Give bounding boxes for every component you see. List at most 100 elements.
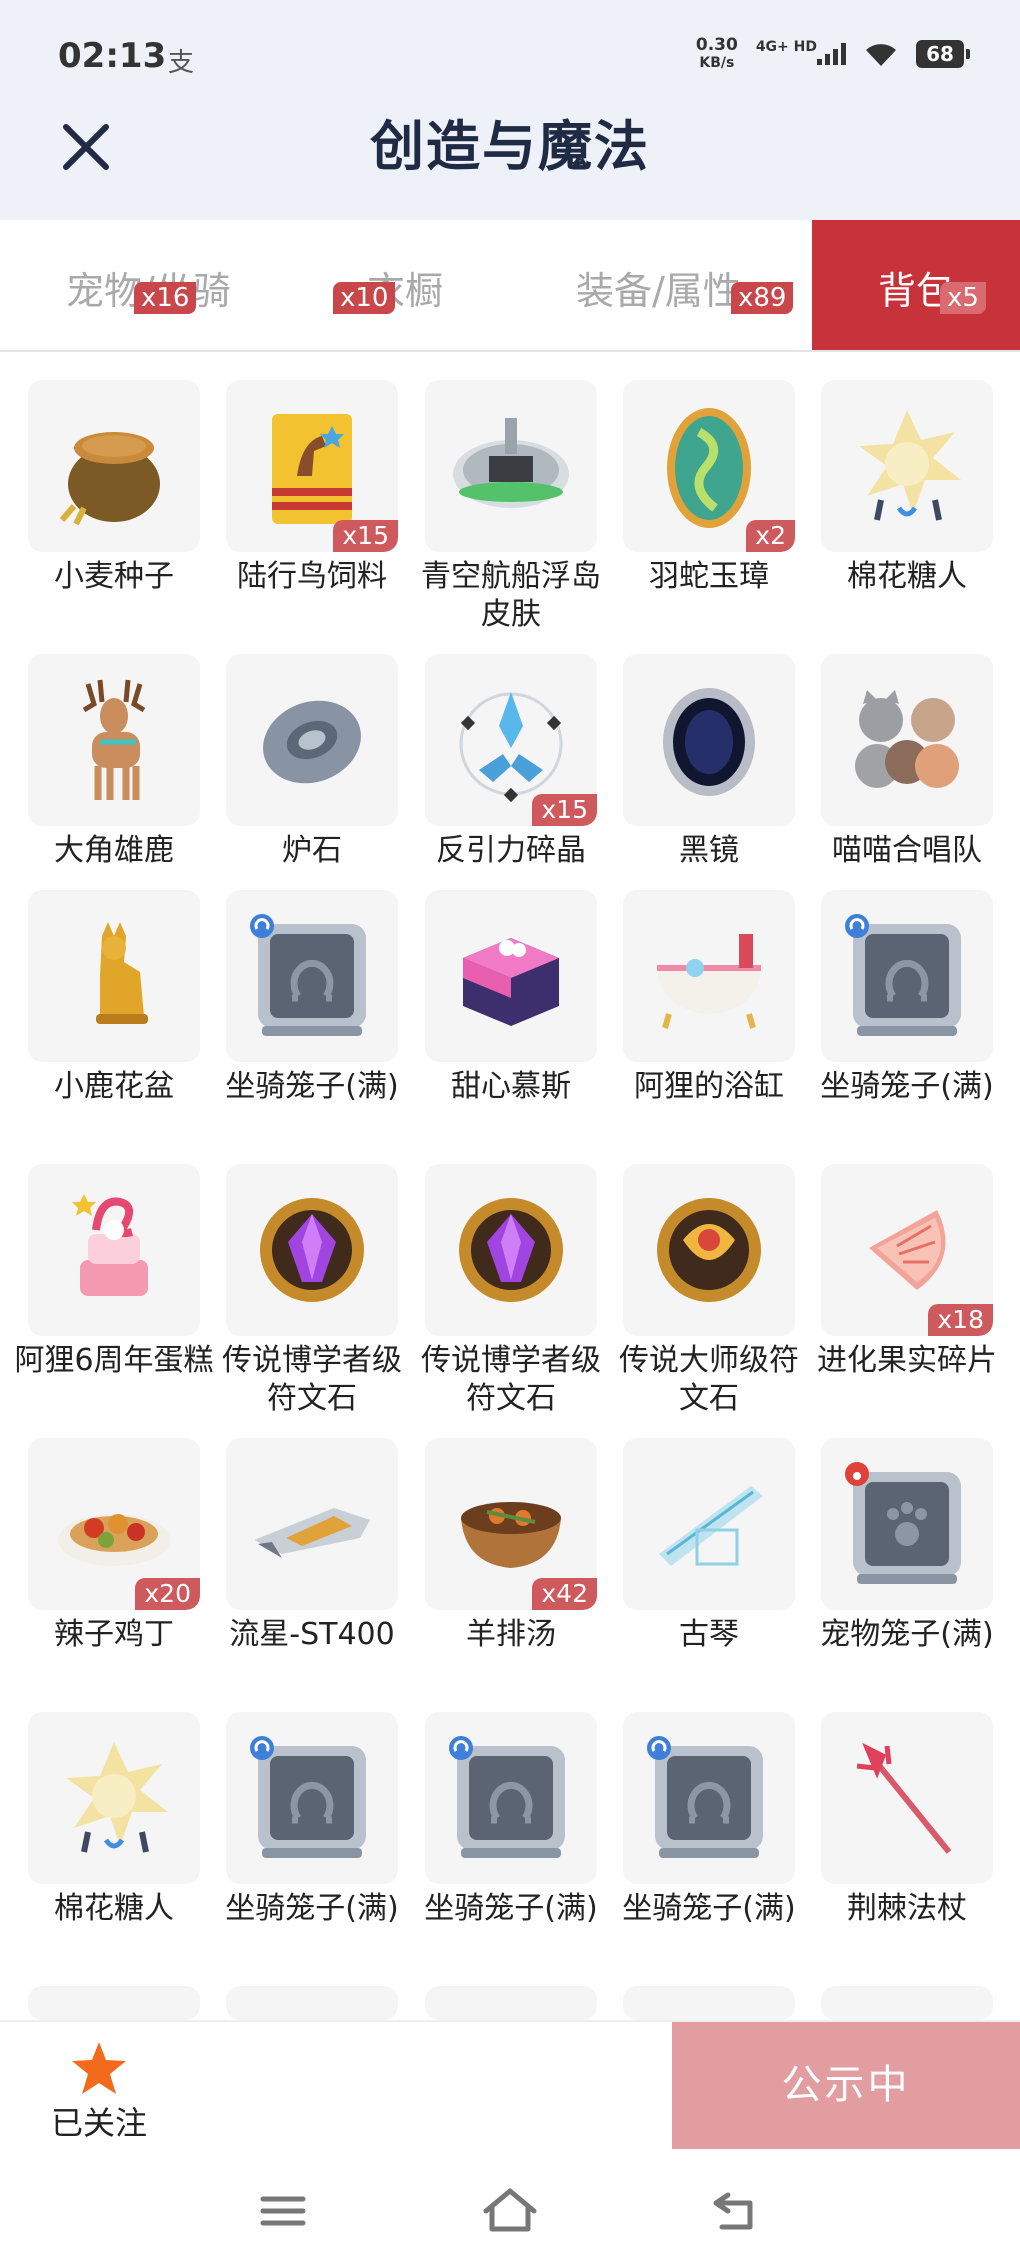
item-name: 炉石 (282, 833, 342, 868)
bottom-action-bar: 已关注 公示中 (0, 2020, 1020, 2157)
network-speed-value: 0.30 (695, 35, 738, 55)
tab-badge: x16 (134, 282, 197, 314)
item-thumbnail: x18 (821, 1164, 993, 1336)
backpack-item[interactable]: 流星-ST400 (226, 1438, 398, 1698)
item-name: 坐骑笼子(满) (820, 1069, 994, 1104)
backpack-item[interactable]: x42 羊排汤 (425, 1438, 597, 1698)
back-icon[interactable] (706, 2185, 766, 2237)
guqin-icon (659, 1486, 763, 1566)
item-name: 棉花糖人 (847, 559, 967, 594)
follow-button[interactable]: 已关注 (44, 2040, 154, 2144)
deer-flowerpot-icon (96, 922, 148, 1024)
backpack-item-partial[interactable] (425, 1986, 597, 2020)
backpack-item[interactable]: 宠物笼子(满) (820, 1438, 994, 1698)
status-indicators: 0.30 KB/s 4G+ HD 68 (695, 35, 970, 72)
network-type: 4G+ HD (755, 39, 817, 55)
menu-icon[interactable] (253, 2185, 313, 2237)
backpack-item[interactable]: 甜心慕斯 (425, 890, 597, 1150)
backpack-item[interactable]: 坐骑笼子(满) (622, 1712, 796, 1972)
item-name: 小鹿花盆 (54, 1069, 174, 1104)
backpack-item[interactable]: 黑镜 (623, 654, 795, 914)
item-thumbnail (425, 1712, 597, 1884)
hearthstone-icon (263, 700, 361, 784)
backpack-item[interactable]: 坐骑笼子(满) (225, 890, 399, 1150)
tab-badge: x10 (333, 282, 396, 314)
backpack-item[interactable]: 炉石 (226, 654, 398, 914)
item-thumbnail (226, 890, 398, 1062)
tab-wardrobe[interactable]: 衣橱 x10 (255, 220, 510, 350)
backpack-item[interactable]: 阿狸的浴缸 (623, 890, 795, 1150)
lamb-soup-icon (461, 1502, 561, 1568)
backpack-item[interactable]: 传说博学者级符文石 (421, 1164, 601, 1424)
network-speed-unit: KB/s (699, 55, 735, 71)
black-mirror-icon (663, 688, 755, 796)
item-thumbnail (28, 1986, 200, 2020)
item-name: 进化果实碎片 (817, 1343, 997, 1378)
star-icon (72, 2042, 126, 2094)
backpack-item[interactable]: 阿狸6周年蛋糕 (14, 1164, 214, 1424)
item-name: 喵喵合唱队 (832, 833, 982, 868)
backpack-item[interactable]: 传说大师级符文石 (619, 1164, 799, 1424)
item-thumbnail (623, 1164, 795, 1336)
battery-icon: 68 (916, 40, 970, 68)
backpack-item[interactable]: 小鹿花盆 (28, 890, 200, 1150)
backpack-item-partial[interactable] (623, 1986, 795, 2020)
backpack-item[interactable]: 小麦种子 (28, 380, 200, 640)
item-thumbnail (226, 654, 398, 826)
home-icon[interactable] (480, 2185, 540, 2237)
quantity-badge: x42 (532, 1578, 597, 1610)
backpack-item[interactable]: 大角雄鹿 (28, 654, 200, 914)
fruit-shard-icon (869, 1210, 946, 1290)
backpack-item[interactable]: 坐骑笼子(满) (225, 1712, 399, 1972)
item-thumbnail (28, 1164, 200, 1336)
item-thumbnail (821, 654, 993, 826)
item-name: 棉花糖人 (54, 1891, 174, 1926)
backpack-item[interactable]: x15 陆行鸟饲料 (226, 380, 398, 640)
item-thumbnail: x20 (28, 1438, 200, 1610)
backpack-item[interactable]: 古琴 (623, 1438, 795, 1698)
backpack-item[interactable]: 传说博学者级符文石 (222, 1164, 402, 1424)
tab-equipment[interactable]: 装备/属性 x89 (510, 220, 812, 350)
item-thumbnail (28, 890, 200, 1062)
item-thumbnail (425, 380, 597, 552)
pet-cage-icon (845, 1462, 961, 1584)
item-thumbnail (28, 380, 200, 552)
backpack-item[interactable]: 坐骑笼子(满) (424, 1712, 598, 1972)
mount-cage-icon (647, 1736, 763, 1858)
public-notice-button[interactable]: 公示中 (672, 2022, 1020, 2149)
backpack-item[interactable]: x18 进化果实碎片 (817, 1164, 997, 1424)
backpack-item[interactable]: x15 反引力碎晶 (425, 654, 597, 914)
quantity-badge: x20 (135, 1578, 200, 1610)
item-thumbnail: x15 (425, 654, 597, 826)
item-name: 陆行鸟饲料 (237, 559, 387, 594)
item-name: 流星-ST400 (229, 1617, 395, 1652)
payment-notification-icon: 支 (168, 48, 195, 78)
follow-label: 已关注 (50, 2104, 147, 2142)
backpack-item[interactable]: x20 辣子鸡丁 (28, 1438, 200, 1698)
tab-backpack[interactable]: 背包 x5 (812, 220, 1020, 350)
item-thumbnail (28, 654, 200, 826)
jade-serpent-egg-icon (667, 408, 751, 528)
backpack-item-partial[interactable] (226, 1986, 398, 2020)
backpack-item[interactable]: 荆棘法杖 (821, 1712, 993, 1972)
item-name: 黑镜 (679, 833, 739, 868)
backpack-item[interactable]: 青空航船浮岛皮肤 (421, 380, 601, 640)
backpack-item[interactable]: 棉花糖人 (821, 380, 993, 640)
item-name: 甜心慕斯 (451, 1069, 571, 1104)
backpack-item[interactable]: x2 羽蛇玉璋 (623, 380, 795, 640)
mount-cage-icon (449, 1736, 565, 1858)
item-name: 古琴 (679, 1617, 739, 1652)
rune-stone-purple-icon (260, 1198, 364, 1302)
backpack-item[interactable]: 喵喵合唱队 (821, 654, 993, 914)
item-thumbnail (821, 380, 993, 552)
great-stag-icon (82, 679, 146, 800)
backpack-item[interactable]: 坐骑笼子(满) (820, 890, 994, 1150)
item-thumbnail (226, 1438, 398, 1610)
tab-label: 装备/属性 (576, 269, 741, 313)
tab-pets-mounts[interactable]: 宠物/坐骑 x16 (0, 220, 255, 350)
backpack-grid: 小麦种子 x15 陆行鸟饲料 青空航船浮岛皮肤 x2 羽蛇玉璋 棉花糖人 大角雄鹿 炉石 x15 反… (0, 350, 1020, 2020)
backpack-item[interactable]: 棉花糖人 (28, 1712, 200, 1972)
backpack-item-partial[interactable] (821, 1986, 993, 2020)
item-name: 大角雄鹿 (54, 833, 174, 868)
backpack-item-partial[interactable] (28, 1986, 200, 2020)
